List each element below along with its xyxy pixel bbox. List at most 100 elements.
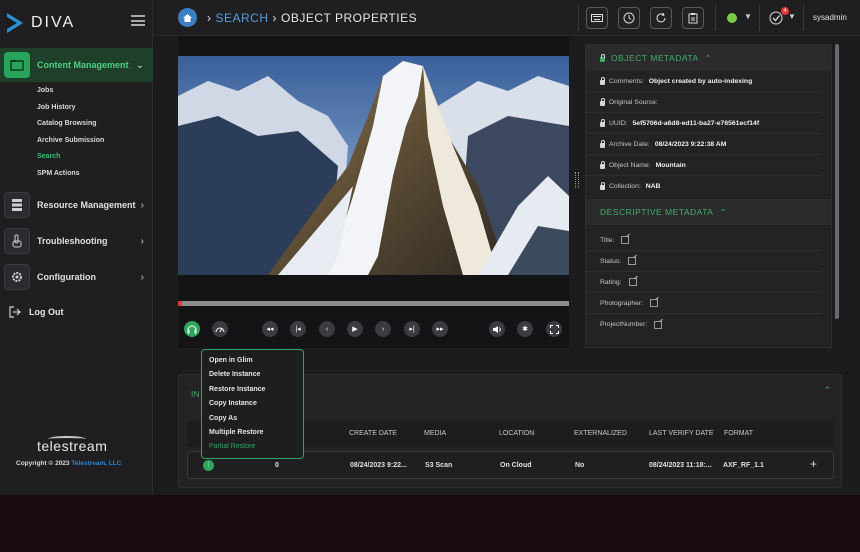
column-header[interactable]: EXTERNALIZED	[574, 430, 627, 437]
telestream-link[interactable]: Telestream, LLC	[71, 460, 121, 467]
lock-icon	[600, 76, 605, 85]
diva-logo-icon	[7, 13, 23, 33]
metadata-row: Archive Date: 08/24/2023 9:22:38 AM	[586, 134, 821, 155]
metadata-row: Collection: NAB	[586, 176, 821, 197]
sidebar-item-label: Configuration	[37, 272, 96, 282]
app-window: DIVA Content Management ⌄ Jobs Job Histo…	[0, 0, 860, 495]
seek-bar[interactable]	[178, 301, 569, 306]
cell-media: S3 Scan	[425, 462, 453, 469]
column-header[interactable]: LAST VERIFY DATE	[649, 430, 714, 437]
cell-format: AXF_RF_1.1	[723, 462, 764, 469]
step-back-icon[interactable]: ‹	[319, 321, 335, 337]
menu-item-open-in-glim[interactable]: Open in Glim	[202, 354, 303, 368]
descriptive-metadata-header[interactable]: DESCRIPTIVE METADATA ⌃	[586, 199, 831, 225]
volume-icon[interactable]	[489, 321, 505, 337]
sidebar-item-label: Content Management	[37, 60, 129, 70]
sidebar-item-content-management[interactable]: Content Management ⌄	[0, 48, 153, 82]
edit-icon[interactable]	[621, 236, 630, 244]
skip-forward-icon[interactable]: ▸|	[404, 321, 420, 337]
sidebar-item-resource-management[interactable]: Resource Management ›	[0, 190, 153, 220]
menu-item-copy-instance[interactable]: Copy Instance	[202, 397, 303, 411]
metadata-panel: OBJECT METADATA ⌃ Comments: Object creat…	[585, 44, 832, 348]
seek-progress	[178, 301, 182, 306]
sidebar-item-troubleshooting[interactable]: Troubleshooting ›	[0, 226, 153, 256]
submenu-item-spm-actions[interactable]: SPM Actions	[37, 169, 104, 186]
object-metadata-header[interactable]: OBJECT METADATA ⌃	[586, 45, 831, 71]
instance-context-menu: Open in Glim Delete Instance Restore Ins…	[201, 349, 304, 459]
lock-icon	[600, 53, 605, 62]
menu-toggle-icon[interactable]	[131, 15, 145, 26]
edit-icon[interactable]	[628, 278, 637, 286]
fast-forward-icon[interactable]: ▸▸	[432, 321, 448, 337]
skip-back-icon[interactable]: |◂	[290, 321, 306, 337]
sidebar-item-label: Troubleshooting	[37, 236, 108, 246]
breadcrumb-search[interactable]: SEARCH	[216, 11, 269, 25]
fullscreen-icon[interactable]	[546, 321, 562, 337]
logout-icon	[9, 306, 21, 318]
chevron-right-icon: ›	[140, 199, 144, 211]
cell-last-verify-date: 08/24/2023 11:18:...	[649, 462, 712, 469]
headphones-icon[interactable]	[184, 321, 200, 337]
history-button[interactable]	[618, 7, 640, 29]
metadata-label: Archive Date:	[609, 140, 650, 148]
clipboard-button[interactable]	[682, 7, 704, 29]
descriptive-field: Photographer:	[586, 293, 821, 314]
step-forward-icon[interactable]: ›	[375, 321, 391, 337]
keyboard-icon	[591, 14, 603, 22]
metadata-value: Mountain	[655, 161, 686, 169]
rewind-icon[interactable]: ◂◂	[262, 321, 278, 337]
chevron-down-icon[interactable]: ▼	[744, 12, 752, 21]
submenu-item-jobs[interactable]: Jobs	[37, 86, 104, 103]
expand-row-icon[interactable]: +	[810, 457, 817, 471]
video-player: ◂◂ |◂ ‹ ▶ › ▸| ▸▸ ✱	[178, 36, 569, 348]
edit-icon[interactable]	[650, 299, 659, 307]
resize-handle[interactable]	[575, 172, 579, 188]
chevron-right-icon: ›	[140, 235, 144, 247]
submenu-item-search[interactable]: Search	[37, 152, 104, 169]
speed-icon[interactable]	[212, 321, 228, 337]
column-header[interactable]: LOCATION	[499, 430, 534, 437]
submenu-item-catalog-browsing[interactable]: Catalog Browsing	[37, 119, 104, 136]
keyboard-button[interactable]	[586, 7, 608, 29]
instances-title: IN	[191, 389, 200, 399]
breadcrumb: › SEARCH › OBJECT PROPERTIES	[203, 11, 417, 25]
sidebar-item-configuration[interactable]: Configuration ›	[0, 262, 153, 292]
menu-item-delete-instance[interactable]: Delete Instance	[202, 368, 303, 382]
divider	[759, 5, 760, 31]
user-menu[interactable]: sysadmin	[813, 13, 847, 22]
server-icon	[4, 192, 30, 218]
menu-item-multiple-restore[interactable]: Multiple Restore	[202, 426, 303, 440]
logout-label: Log Out	[29, 307, 64, 317]
lock-icon	[600, 160, 605, 169]
submenu-item-job-history[interactable]: Job History	[37, 103, 104, 120]
refresh-button[interactable]	[650, 7, 672, 29]
status-indicator[interactable]	[727, 13, 737, 23]
settings-gear-icon[interactable]: ✱	[517, 321, 533, 337]
home-icon[interactable]	[178, 8, 197, 27]
divider	[803, 5, 804, 31]
logout-button[interactable]: Log Out	[8, 305, 64, 319]
edit-icon[interactable]	[628, 257, 637, 265]
video-frame[interactable]	[178, 56, 569, 275]
metadata-label: Comments:	[609, 77, 644, 85]
edit-icon[interactable]	[654, 320, 663, 329]
descriptive-field: ProjectNumber:	[586, 314, 821, 335]
actions-menu-icon[interactable]: ⋮	[203, 460, 214, 471]
column-header[interactable]: FORMAT	[724, 430, 753, 437]
submenu-item-archive-submission[interactable]: Archive Submission	[37, 136, 104, 153]
field-label: Status:	[600, 257, 622, 265]
cell-create-date: 08/24/2023 9:22...	[350, 462, 407, 469]
column-header[interactable]: CREATE DATE	[349, 430, 397, 437]
breadcrumb-separator-icon: ›	[272, 11, 278, 25]
chevron-down-icon[interactable]: ▼	[788, 12, 796, 21]
chevron-up-icon[interactable]: ⌃	[823, 385, 831, 396]
sidebar: DIVA Content Management ⌄ Jobs Job Histo…	[0, 0, 153, 495]
copyright: Copyright © 2023 Telestream, LLC	[16, 460, 121, 467]
descriptive-field: Rating:	[586, 272, 821, 293]
play-icon[interactable]: ▶	[347, 321, 363, 337]
column-header[interactable]: MEDIA	[424, 430, 446, 437]
divider	[715, 5, 716, 31]
metadata-scrollbar[interactable]	[835, 44, 839, 319]
menu-item-restore-instance[interactable]: Restore Instance	[202, 383, 303, 397]
menu-item-copy-as[interactable]: Copy As	[202, 412, 303, 426]
